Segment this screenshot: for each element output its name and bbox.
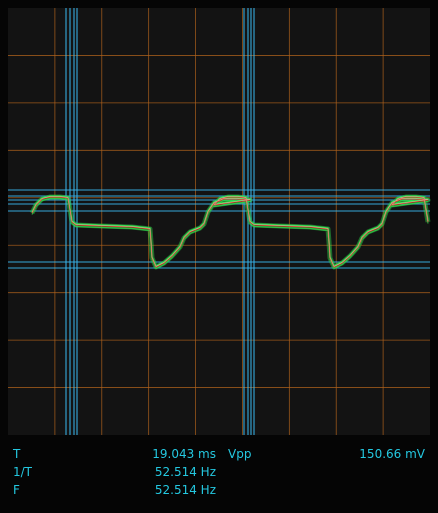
inverse-period-label: 1/T (13, 465, 33, 479)
readout-row-inverse-period: 1/T 52.514 Hz (0, 465, 438, 483)
inverse-period-value: 52.514 Hz (154, 465, 216, 479)
frequency-value: 52.514 Hz (154, 483, 216, 497)
frequency-label: F (13, 483, 20, 497)
vpp-value: 150.66 mV (359, 447, 425, 461)
vpp-label: Vpp (228, 447, 252, 461)
period-label: T (13, 447, 21, 461)
readout-row-frequency: F 52.514 Hz (0, 483, 438, 501)
measurement-readout-panel: T 19.043 ms Vpp 150.66 mV 1/T 52.514 Hz … (0, 437, 438, 513)
readout-row-period: T 19.043 ms Vpp 150.66 mV (0, 447, 438, 465)
period-value: 19.043 ms (152, 447, 216, 461)
